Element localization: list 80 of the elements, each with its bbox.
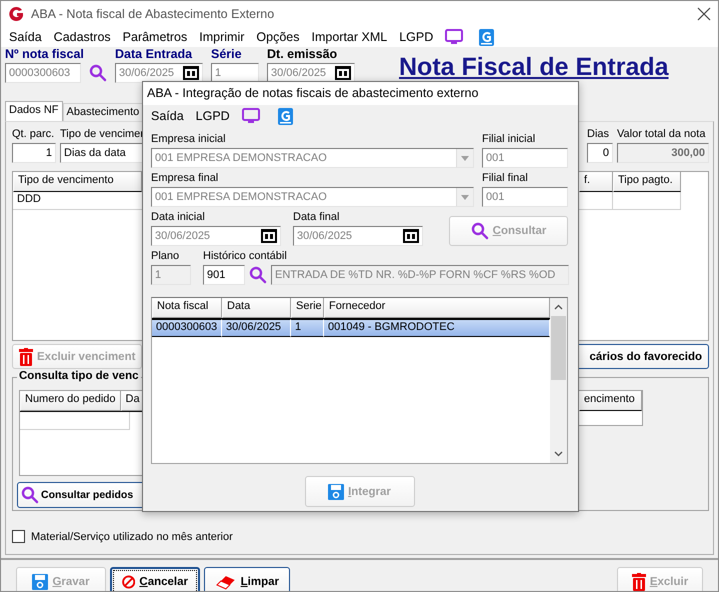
menu-item[interactable]: Opções bbox=[250, 30, 306, 44]
search-icon bbox=[470, 222, 489, 240]
checkbox[interactable] bbox=[12, 530, 25, 543]
column-header[interactable]: Nota fiscal bbox=[152, 298, 222, 318]
table-cell: 001049 - BGMRODOTEC bbox=[324, 319, 550, 337]
menu-item[interactable]: Cadastros bbox=[48, 30, 117, 44]
description-field: ENTRADA DE %TD NR. %D-%P FORN %CF %RS %OD bbox=[271, 265, 569, 285]
cancel-button[interactable]: Cancelar bbox=[110, 566, 200, 591]
menu-item[interactable]: Importar XML bbox=[306, 30, 394, 44]
trash-icon bbox=[632, 573, 646, 591]
text-field[interactable]: 0000300603 bbox=[5, 63, 81, 83]
field-label: Plano bbox=[151, 250, 180, 264]
field-label: Dias bbox=[587, 128, 610, 142]
field-label: Filial final bbox=[482, 172, 529, 186]
checkbox-label: Material/Serviço utilizado no mês anterior bbox=[31, 530, 233, 542]
clear-button[interactable]: Limpar bbox=[204, 566, 290, 591]
tab[interactable]: Abastecimento bbox=[62, 103, 144, 121]
table-cell bbox=[613, 192, 681, 210]
chevron-up-icon[interactable] bbox=[554, 304, 563, 310]
field-label: Valor total da nota bbox=[617, 128, 706, 142]
field-label: Data inicial bbox=[151, 211, 206, 225]
window-title: ABA - Nota fiscal de Abastecimento Externo bbox=[31, 7, 276, 21]
table-row[interactable]: 0000300603 30/06/2025 1 001049 - BGMRODOTEC bbox=[152, 319, 550, 337]
text-field[interactable]: 1 bbox=[211, 63, 259, 83]
field-label: Qt. parc. bbox=[12, 128, 56, 142]
column-header[interactable]: Fornecedor bbox=[324, 298, 550, 318]
column-header[interactable]: encimento bbox=[579, 391, 642, 411]
menu-item[interactable]: Saída bbox=[3, 30, 48, 44]
menu-item[interactable]: LGPD bbox=[190, 109, 236, 123]
total-field: 300,00 bbox=[617, 143, 709, 163]
field-label: Empresa inicial bbox=[151, 133, 227, 147]
menu-item[interactable]: LGPD bbox=[393, 30, 440, 44]
logo-icon[interactable] bbox=[479, 28, 494, 46]
column-header[interactable]: Serie bbox=[291, 298, 324, 318]
field-label: Nº nota fiscal bbox=[5, 47, 85, 63]
tab[interactable]: Dados NF bbox=[5, 101, 63, 121]
chevron-down-icon[interactable] bbox=[554, 451, 563, 457]
app-logo-icon bbox=[7, 5, 25, 23]
search-icon bbox=[89, 64, 107, 82]
code-field[interactable]: 901 bbox=[203, 265, 245, 285]
date-field[interactable]: 30/06/2025 bbox=[267, 63, 355, 83]
monitor-icon[interactable] bbox=[242, 108, 260, 124]
date-field[interactable]: 30/06/2025 bbox=[115, 63, 203, 83]
menu-item[interactable]: Imprimir bbox=[193, 30, 250, 44]
table-cell: 0000300603 bbox=[152, 319, 222, 337]
column-header[interactable]: Numero do pedido bbox=[20, 391, 121, 411]
dropdown-arrow-icon bbox=[461, 156, 469, 160]
column-header[interactable]: Tipo pagto. bbox=[613, 172, 681, 192]
group-title: Consulta tipo de venc bbox=[17, 370, 140, 382]
calendar-icon[interactable] bbox=[183, 66, 199, 80]
field-label: Data final bbox=[293, 211, 340, 225]
page-heading: Nota Fiscal de Entrada bbox=[399, 53, 669, 82]
logo-icon[interactable] bbox=[278, 108, 293, 124]
scrollbar-thumb[interactable] bbox=[551, 316, 566, 380]
field-label: Dt. emissão bbox=[267, 47, 338, 63]
dropdown-arrow-icon bbox=[461, 194, 469, 200]
menu-item[interactable]: Saída bbox=[145, 109, 190, 123]
trash-icon bbox=[19, 348, 33, 366]
column-header[interactable]: f. bbox=[579, 172, 613, 192]
field-label: Data Entrada bbox=[115, 47, 194, 63]
field-label: Série bbox=[211, 47, 243, 63]
table-cell: 1 bbox=[291, 319, 324, 337]
field-label: Filial inicial bbox=[482, 133, 536, 147]
dialog-title: ABA - Integração de notas fiscais de abastecimento externo bbox=[143, 82, 578, 105]
menu-item[interactable]: Parâmetros bbox=[116, 30, 194, 44]
field-label: Histórico contábil bbox=[203, 250, 288, 264]
column-header[interactable]: Tipo de vencimento bbox=[13, 172, 142, 192]
eraser-icon bbox=[215, 574, 237, 590]
field-label: Empresa final bbox=[151, 172, 220, 186]
calendar-icon[interactable] bbox=[335, 66, 351, 80]
number-field[interactable]: 0 bbox=[587, 143, 613, 163]
column-header[interactable]: Data bbox=[222, 298, 291, 318]
monitor-icon[interactable] bbox=[445, 29, 464, 45]
prohibited-icon bbox=[122, 573, 136, 591]
search-icon bbox=[21, 486, 39, 504]
table-cell: 30/06/2025 bbox=[222, 319, 291, 337]
number-field[interactable]: 1 bbox=[12, 143, 56, 163]
close-icon[interactable] bbox=[696, 6, 712, 22]
search-icon bbox=[249, 266, 267, 284]
field-label: Tipo de vencimer bbox=[60, 128, 145, 142]
